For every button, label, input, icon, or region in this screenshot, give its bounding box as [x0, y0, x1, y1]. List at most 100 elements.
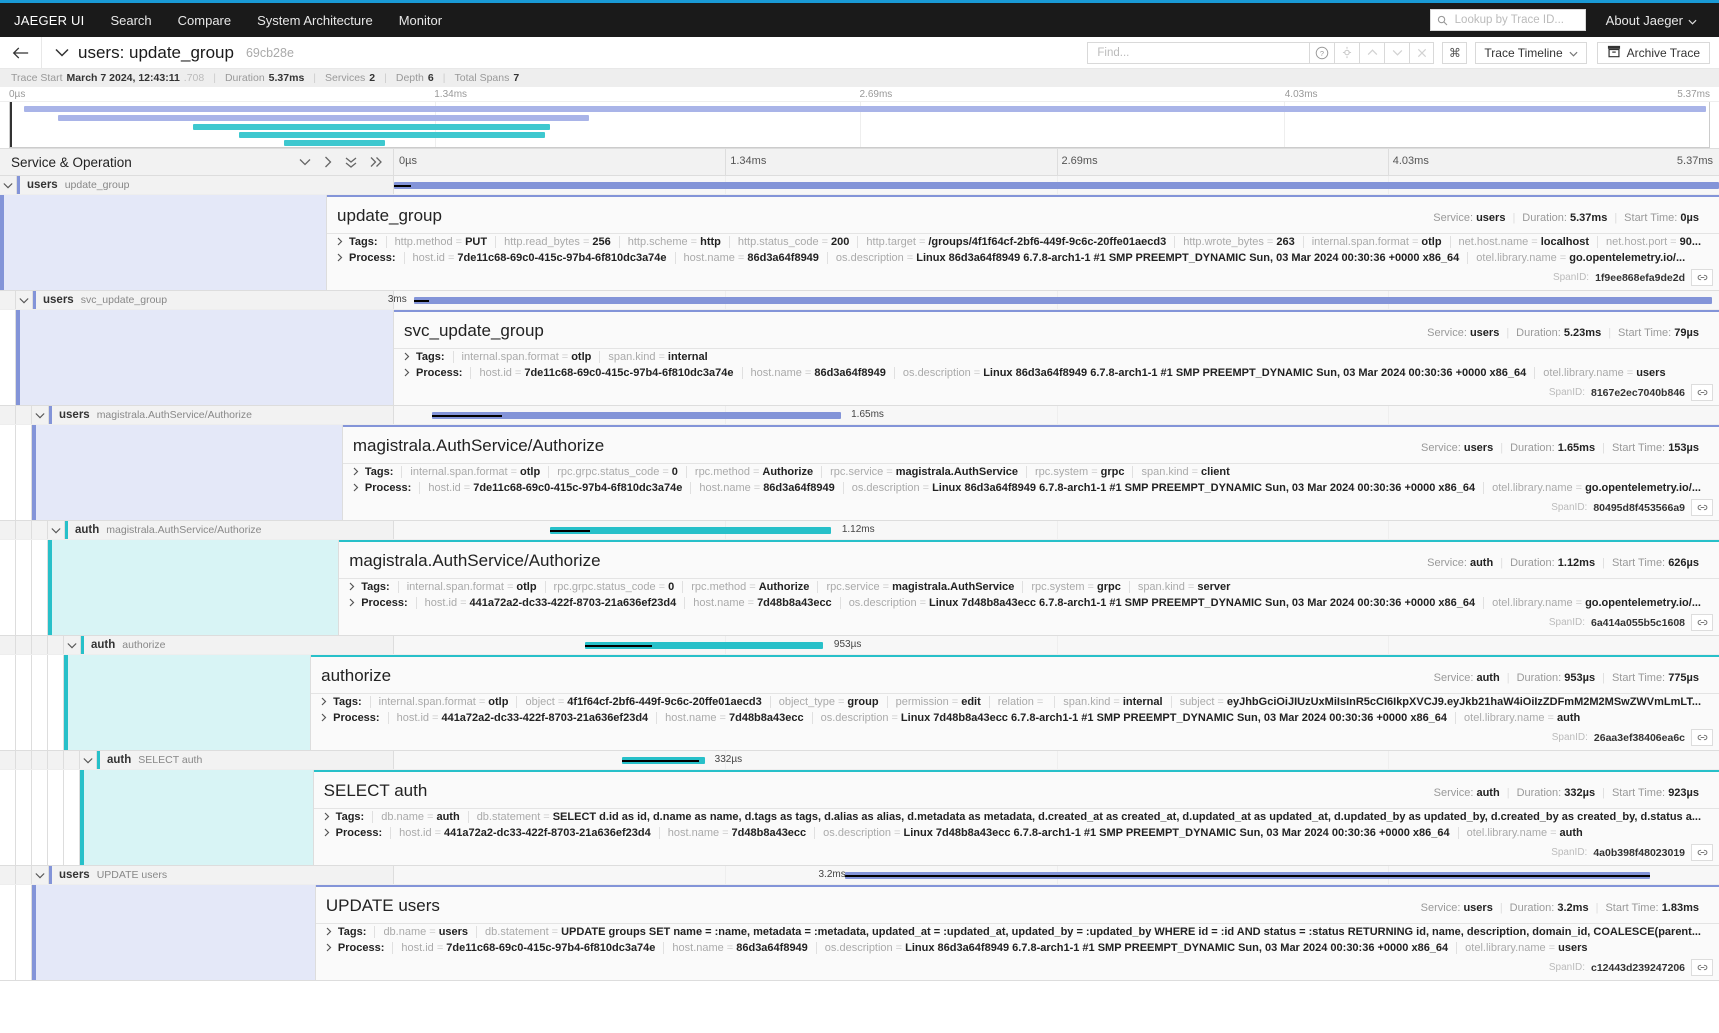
span-row[interactable]: usersUPDATE users3.2ms — [0, 866, 1719, 885]
span-expand-chevron-icon[interactable] — [32, 866, 49, 884]
span-duration-bar[interactable] — [845, 872, 1651, 879]
find-box[interactable] — [1087, 42, 1309, 64]
find-input[interactable] — [1095, 46, 1302, 60]
span-label-cell[interactable]: authauthorize — [0, 636, 394, 654]
span-process-row[interactable]: Process:host.id=7de11c68-69c0-415c-97b4-… — [327, 250, 1719, 266]
span-process-row[interactable]: Process:host.id=7de11c68-69c0-415c-97b4-… — [343, 480, 1719, 496]
minimap-drag-handle-left[interactable] — [10, 102, 12, 147]
expand-one-icon[interactable] — [324, 156, 332, 168]
span-bar-cell[interactable]: 953µs — [394, 636, 1719, 654]
meta-services: Services 2 — [325, 72, 375, 84]
span-bar-cell[interactable] — [394, 176, 1719, 194]
prev-match-button[interactable] — [1359, 42, 1384, 64]
span-duration-bar[interactable] — [414, 297, 1713, 304]
copy-span-id-button[interactable] — [1691, 384, 1713, 401]
span-duration-bar[interactable] — [585, 642, 824, 649]
span-tags-row[interactable]: Tags:db.name=usersdb.statement=UPDATE gr… — [316, 924, 1719, 940]
clear-search-button[interactable] — [1409, 42, 1434, 64]
copy-span-id-button[interactable] — [1691, 959, 1713, 976]
minimap-canvas[interactable] — [9, 102, 1710, 148]
span-tags-row[interactable]: Tags:http.method=PUThttp.read_bytes=256h… — [327, 234, 1719, 250]
span-row[interactable]: authmagistrala.AuthService/Authorize1.12… — [0, 521, 1719, 540]
span-label-cell[interactable]: usersupdate_group — [0, 176, 394, 194]
tag-equals: = — [435, 827, 441, 839]
collapse-all-icon[interactable] — [345, 156, 357, 168]
span-expand-chevron-icon[interactable] — [0, 176, 17, 194]
span-tags-row[interactable]: Tags:internal.span.format=otlpspan.kind=… — [394, 349, 1719, 365]
tag-value: localhost — [1541, 236, 1589, 248]
tag-equals: = — [1088, 581, 1094, 593]
span-expand-chevron-icon[interactable] — [32, 406, 49, 424]
span-row[interactable]: usersupdate_group — [0, 176, 1719, 195]
nav-link-system-architecture[interactable]: System Architecture — [257, 13, 373, 28]
span-tags-row[interactable]: Tags:internal.span.format=otlprpc.grpc.s… — [339, 579, 1719, 595]
span-expand-chevron-icon[interactable] — [48, 521, 65, 539]
trace-minimap[interactable]: 0µs1.34ms2.69ms4.03ms5.37ms — [0, 87, 1719, 149]
next-match-button[interactable] — [1384, 42, 1409, 64]
span-tags-row[interactable]: Tags:internal.span.format=otlpobject=4f1… — [311, 694, 1719, 710]
archive-trace-button[interactable]: Archive Trace — [1597, 42, 1710, 64]
tag-value: group — [847, 696, 878, 708]
span-duration-bar[interactable] — [550, 527, 831, 534]
span-tags-row[interactable]: Tags:internal.span.format=otlprpc.grpc.s… — [343, 464, 1719, 480]
span-id-row: SpanID:4a0b398f48023019 — [314, 841, 1719, 865]
span-label-cell[interactable]: authSELECT auth — [0, 751, 394, 769]
focus-matches-button[interactable] — [1334, 42, 1359, 64]
copy-span-id-button[interactable] — [1691, 499, 1713, 516]
copy-span-id-button[interactable] — [1691, 614, 1713, 631]
nav-link-monitor[interactable]: Monitor — [399, 13, 442, 28]
span-bar-cell[interactable]: 3ms — [394, 291, 1719, 309]
span-row[interactable]: authauthorize953µs — [0, 636, 1719, 655]
span-bar-cell[interactable]: 1.12ms — [394, 521, 1719, 539]
span-label-cell[interactable]: userssvc_update_group — [0, 291, 394, 309]
span-duration-bar[interactable] — [622, 757, 705, 764]
nav-link-search[interactable]: Search — [110, 13, 151, 28]
trace-id-lookup[interactable] — [1430, 9, 1586, 31]
tag-equals: = — [1576, 482, 1582, 494]
span-detail-service: Service: auth — [1427, 557, 1493, 569]
tree-indent-guide — [32, 770, 48, 865]
tag-value: users — [1558, 942, 1587, 954]
jaeger-logo[interactable]: JAEGER UI — [14, 13, 84, 28]
span-id-value: 26aa3ef38406ea6c — [1594, 732, 1685, 744]
span-operation-name: authorize — [122, 639, 165, 651]
span-label-cell[interactable]: usersUPDATE users — [0, 866, 394, 884]
span-row[interactable]: authSELECT auth332µs — [0, 751, 1719, 770]
expand-all-icon[interactable] — [370, 156, 382, 168]
span-bar-cell[interactable]: 3.2ms — [394, 866, 1719, 884]
view-mode-select[interactable]: Trace Timeline — [1475, 42, 1586, 64]
copy-span-id-button[interactable] — [1691, 269, 1713, 286]
copy-span-id-button[interactable] — [1691, 844, 1713, 861]
tree-indent-guide — [0, 540, 16, 635]
tag-key: host.name — [665, 712, 716, 724]
span-bar-cell[interactable]: 1.65ms — [394, 406, 1719, 424]
collapse-one-icon[interactable] — [299, 158, 311, 166]
span-process-row[interactable]: Process:host.id=7de11c68-69c0-415c-97b4-… — [316, 940, 1719, 956]
span-label-cell[interactable]: authmagistrala.AuthService/Authorize — [0, 521, 394, 539]
span-row[interactable]: userssvc_update_group3ms — [0, 291, 1719, 310]
trace-id-input[interactable] — [1453, 13, 1579, 27]
copy-span-id-button[interactable] — [1691, 729, 1713, 746]
span-process-row[interactable]: Process:host.id=7de11c68-69c0-415c-97b4-… — [394, 365, 1719, 381]
back-button[interactable] — [0, 37, 42, 68]
about-jaeger-menu[interactable]: About Jaeger — [1606, 13, 1697, 28]
find-help-button[interactable]: ? — [1309, 42, 1334, 64]
span-tags-row[interactable]: Tags:db.name=authdb.statement=SELECT d.i… — [314, 809, 1719, 825]
span-label-cell[interactable]: usersmagistrala.AuthService/Authorize — [0, 406, 394, 424]
span-duration-bar[interactable] — [432, 412, 840, 419]
tag-equals: = — [920, 597, 926, 609]
span-expand-chevron-icon[interactable] — [80, 751, 97, 769]
span-process-row[interactable]: Process:host.id=441a72a2-dc33-422f-8703-… — [311, 710, 1719, 726]
span-row[interactable]: usersmagistrala.AuthService/Authorize1.6… — [0, 406, 1719, 425]
span-bar-cell[interactable]: 332µs — [394, 751, 1719, 769]
nav-link-compare[interactable]: Compare — [178, 13, 231, 28]
span-process-row[interactable]: Process:host.id=441a72a2-dc33-422f-8703-… — [314, 825, 1719, 841]
trace-collapse-chevron-icon[interactable] — [55, 48, 69, 57]
span-duration-bar[interactable] — [394, 182, 1719, 189]
span-detail-service: Service: users — [1433, 212, 1505, 224]
keyboard-shortcuts-button[interactable]: ⌘ — [1442, 42, 1467, 64]
tag-pair: span.kind=server — [1129, 581, 1239, 593]
span-process-row[interactable]: Process:host.id=441a72a2-dc33-422f-8703-… — [339, 595, 1719, 611]
span-expand-chevron-icon[interactable] — [64, 636, 81, 654]
span-expand-chevron-icon[interactable] — [16, 291, 33, 309]
